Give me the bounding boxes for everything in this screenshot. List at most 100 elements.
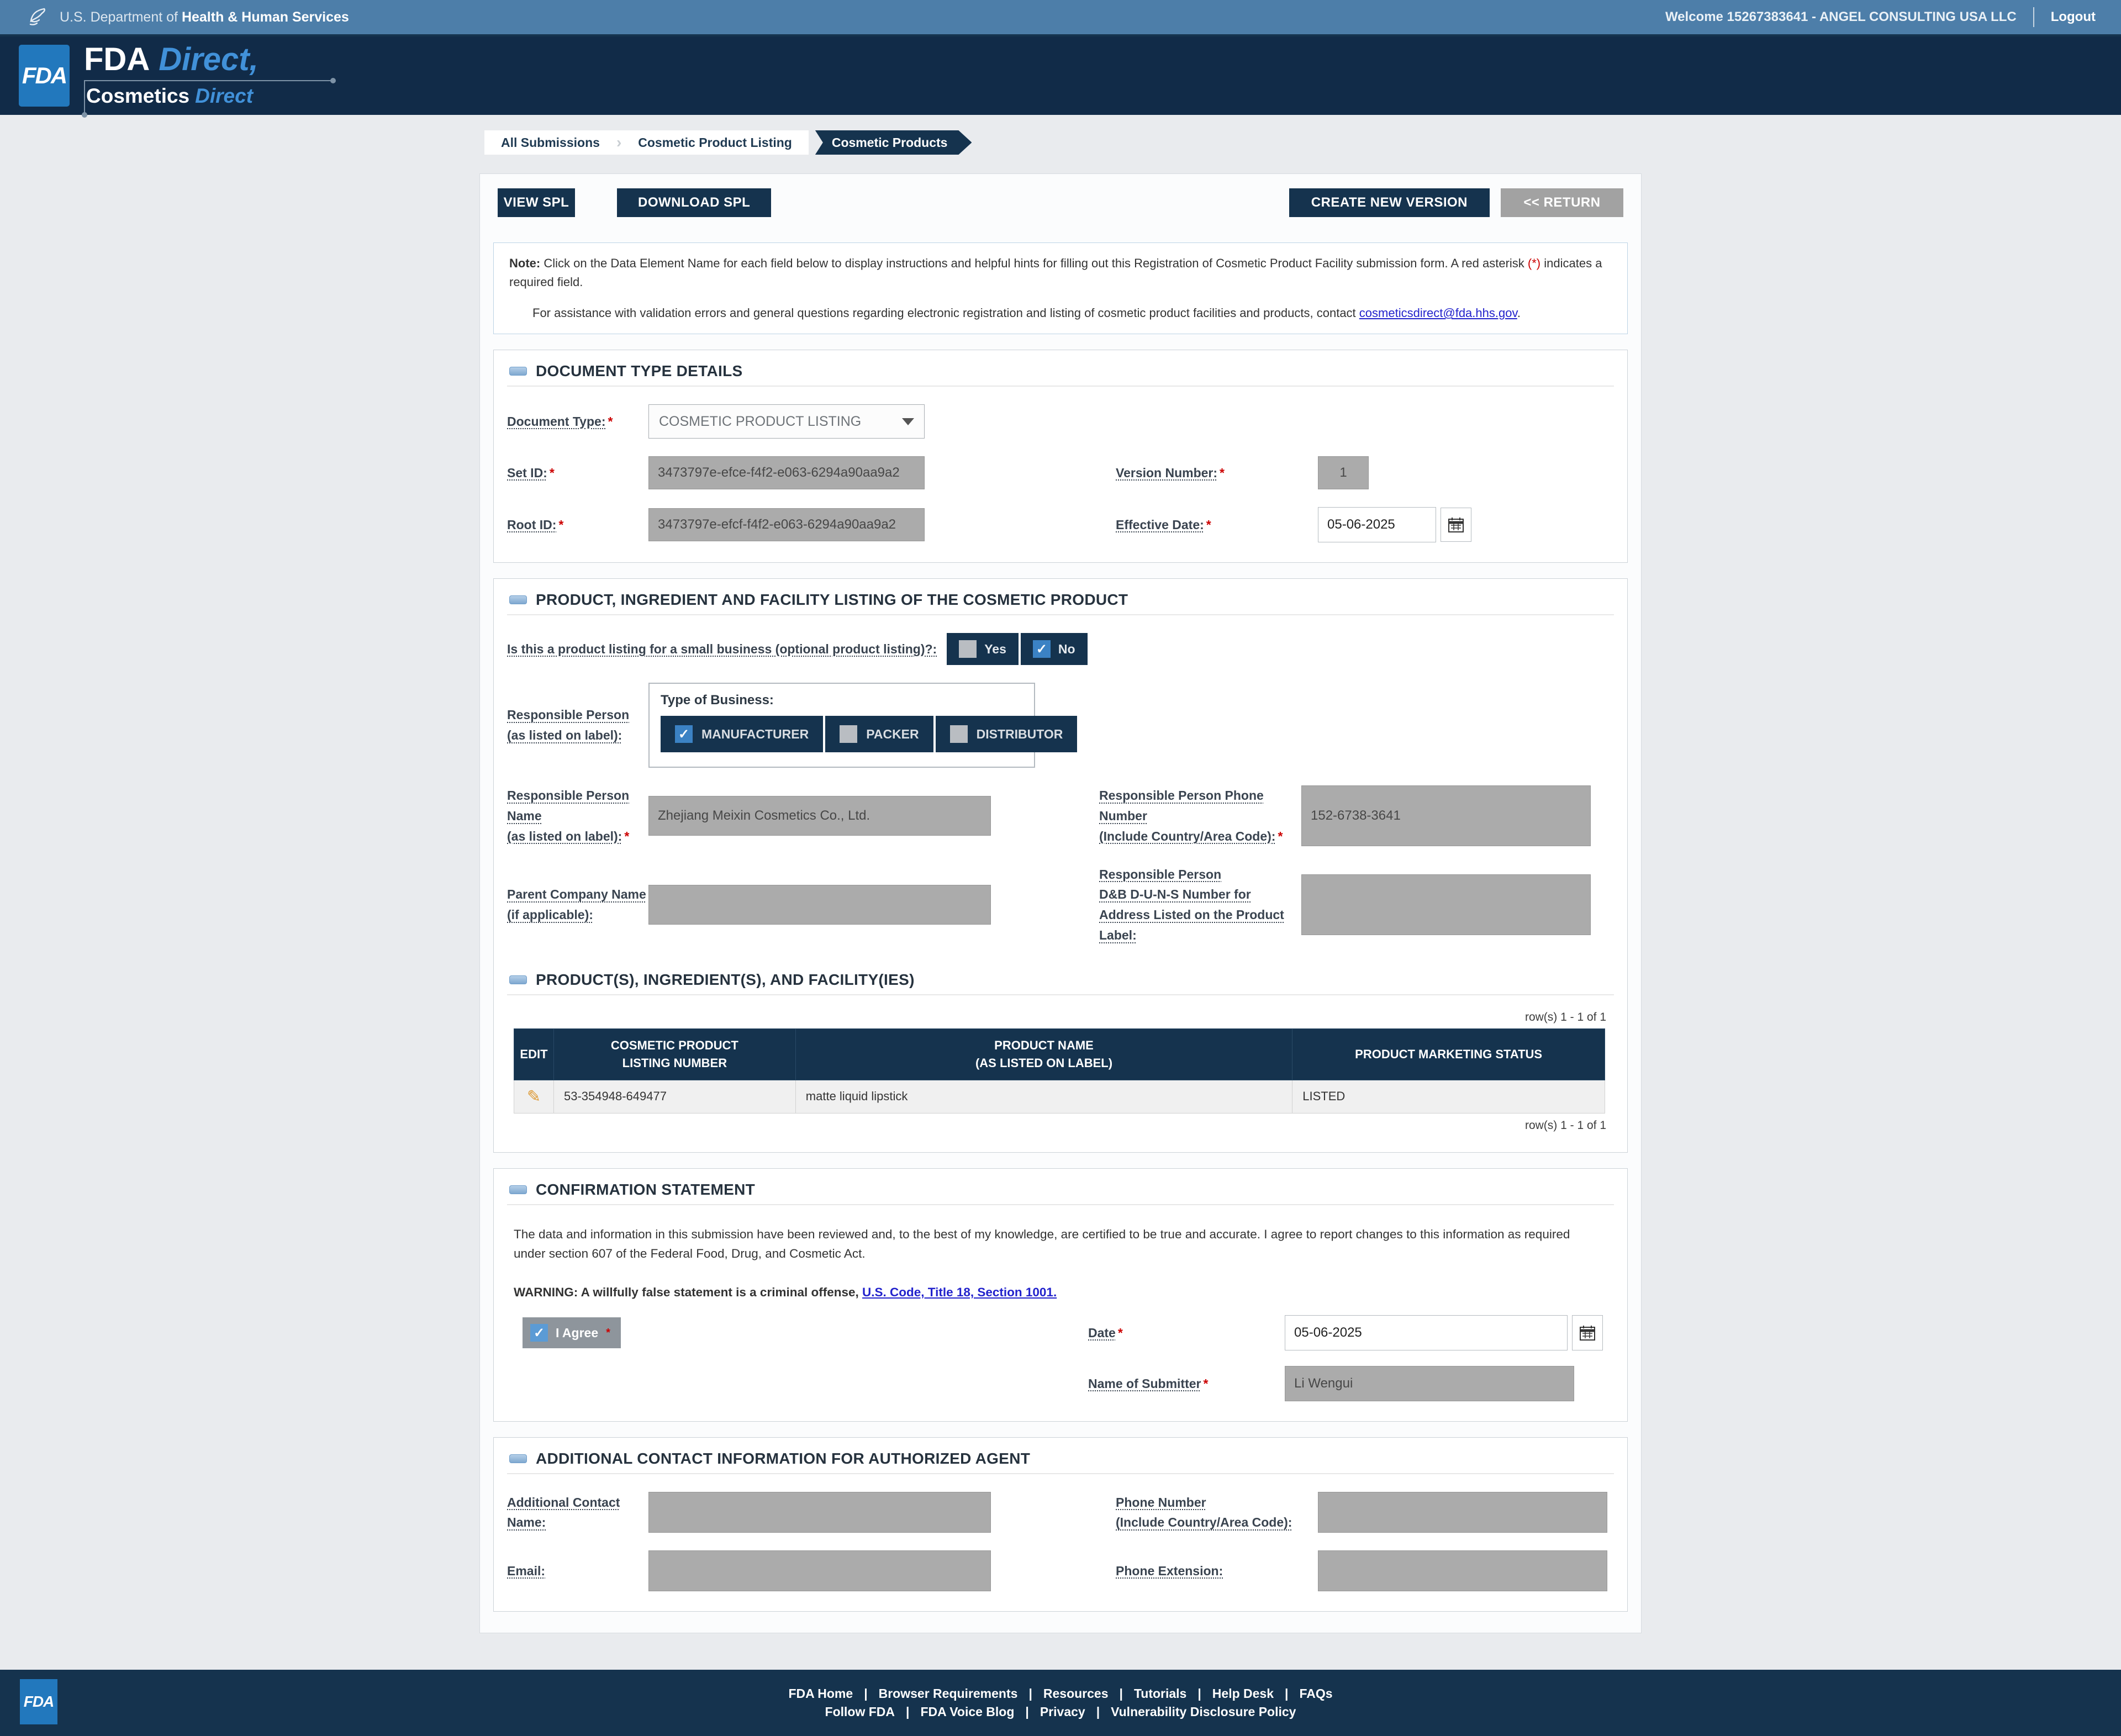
section-rule bbox=[507, 994, 1614, 995]
rp-duns-label[interactable]: Responsible Person D&B D-U-N-S Number fo… bbox=[1099, 867, 1284, 942]
header-product-name: PRODUCT NAME (AS LISTED ON LABEL) bbox=[795, 1028, 1293, 1080]
confirmation-text: The data and information in this submiss… bbox=[514, 1227, 1570, 1260]
return-button[interactable]: << RETURN bbox=[1501, 188, 1623, 217]
rp-phone-input bbox=[1301, 785, 1591, 847]
cell-listing-number: 53-354948-649477 bbox=[553, 1079, 796, 1114]
calendar-icon[interactable] bbox=[1572, 1315, 1603, 1351]
toolbar: VIEW SPL DOWNLOAD SPL CREATE NEW VERSION… bbox=[498, 188, 1623, 217]
edit-row-button[interactable] bbox=[514, 1079, 554, 1114]
effective-date-label[interactable]: Effective Date: bbox=[1116, 518, 1204, 532]
edit-icon[interactable] bbox=[527, 1087, 541, 1106]
small-business-label[interactable]: Is this a product listing for a small bu… bbox=[507, 639, 937, 659]
document-type-select[interactable]: COSMETIC PRODUCT LISTING bbox=[648, 404, 925, 439]
footer-link-tutorials[interactable]: Tutorials bbox=[1123, 1686, 1197, 1701]
collapse-icon[interactable] bbox=[509, 975, 527, 984]
app-header: FDA FDA Direct, Cosmetics Direct bbox=[0, 36, 2121, 118]
small-business-yes-checkbox[interactable]: Yes bbox=[947, 633, 1021, 666]
note-help-text: For assistance with validation errors an… bbox=[532, 306, 1521, 320]
section-rule bbox=[507, 386, 1614, 387]
footer-link-follow-fda[interactable]: Follow FDA bbox=[814, 1705, 906, 1719]
table-header-row: EDIT COSMETIC PRODUCT LISTING NUMBER PRO… bbox=[514, 1028, 1605, 1080]
create-new-version-button[interactable]: CREATE NEW VERSION bbox=[1289, 188, 1490, 217]
distributor-checkbox[interactable]: DISTRIBUTOR bbox=[935, 716, 1078, 753]
footer-link-help-desk[interactable]: Help Desk bbox=[1201, 1686, 1285, 1701]
footer-link-vulnerability-disclosure[interactable]: Vulnerability Disclosure Policy bbox=[1100, 1705, 1307, 1719]
section-title: DOCUMENT TYPE DETAILS bbox=[536, 362, 743, 380]
rp-name-label[interactable]: Responsible Person Name (as listed on la… bbox=[507, 788, 629, 843]
checkbox-checked-icon[interactable] bbox=[530, 1324, 548, 1342]
footer-links-row-2: Follow FDA | FDA Voice Blog | Privacy | Vul… bbox=[0, 1705, 2121, 1719]
root-id-label[interactable]: Root ID: bbox=[507, 518, 556, 532]
download-spl-button[interactable]: DOWNLOAD SPL bbox=[617, 188, 772, 217]
breadcrumb-all-submissions[interactable]: All Submissions bbox=[488, 130, 613, 155]
date-label[interactable]: Date bbox=[1088, 1326, 1116, 1340]
section-title: ADDITIONAL CONTACT INFORMATION FOR AUTHO… bbox=[536, 1450, 1031, 1468]
section-confirmation-statement: CONFIRMATION STATEMENT The data and info… bbox=[493, 1168, 1628, 1422]
small-business-toggle: Yes No bbox=[947, 633, 1090, 666]
additional-contact-name-label[interactable]: Additional Contact Name: bbox=[507, 1495, 620, 1530]
contact-phone-label[interactable]: Phone Number (Include Country/Area Code)… bbox=[1116, 1495, 1292, 1530]
rp-phone-label[interactable]: Responsible Person Phone Number (Include… bbox=[1099, 788, 1275, 843]
brand-title: FDA Direct, Cosmetics Direct bbox=[82, 44, 336, 118]
breadcrumb-cosmetic-product-listing[interactable]: Cosmetic Product Listing bbox=[625, 130, 805, 155]
responsible-person-label[interactable]: Responsible Person (as listed on label): bbox=[507, 708, 629, 742]
document-type-label[interactable]: Document Type: bbox=[507, 414, 605, 429]
email-input[interactable] bbox=[648, 1550, 991, 1592]
parent-company-label[interactable]: Parent Company Name (if applicable): bbox=[507, 887, 646, 922]
collapse-icon[interactable] bbox=[509, 1454, 527, 1464]
subsection-title: PRODUCT(S), INGREDIENT(S), AND FACILITY(… bbox=[536, 970, 915, 988]
version-number-label[interactable]: Version Number: bbox=[1116, 466, 1217, 480]
breadcrumb: All Submissions › Cosmetic Product Listi… bbox=[484, 130, 2121, 155]
checkbox-checked-icon[interactable] bbox=[1032, 640, 1051, 658]
checkbox-unchecked-icon[interactable] bbox=[949, 725, 968, 743]
table-row: 53-354948-649477 matte liquid lipstick L… bbox=[514, 1079, 1605, 1114]
i-agree-checkbox[interactable]: I Agree * bbox=[523, 1317, 621, 1349]
rp-name-input bbox=[648, 796, 991, 836]
calendar-icon[interactable] bbox=[1441, 508, 1471, 542]
us-code-link[interactable]: U.S. Code, Title 18, Section 1001. bbox=[862, 1285, 1057, 1299]
name-of-submitter-label[interactable]: Name of Submitter bbox=[1088, 1376, 1201, 1391]
packer-checkbox[interactable]: PACKER bbox=[825, 716, 933, 753]
footer-link-browser-requirements[interactable]: Browser Requirements bbox=[868, 1686, 1029, 1701]
email-label[interactable]: Email: bbox=[507, 1564, 545, 1578]
note-text: Note: Click on the Data Element Name for… bbox=[509, 256, 1602, 289]
checkbox-checked-icon[interactable] bbox=[675, 725, 693, 743]
phone-extension-input[interactable] bbox=[1318, 1550, 1607, 1592]
collapse-icon[interactable] bbox=[509, 595, 527, 605]
welcome-text: Welcome 15267383641 - ANGEL CONSULTING U… bbox=[1665, 9, 2017, 24]
view-spl-button[interactable]: VIEW SPL bbox=[498, 188, 575, 217]
footer-link-faqs[interactable]: FAQs bbox=[1288, 1686, 1343, 1701]
footer-link-fda-voice-blog[interactable]: FDA Voice Blog bbox=[909, 1705, 1025, 1719]
additional-contact-name-input[interactable] bbox=[648, 1492, 991, 1533]
manufacturer-checkbox[interactable]: MANUFACTURER bbox=[661, 716, 824, 753]
cell-product-name: matte liquid lipstick bbox=[795, 1079, 1293, 1114]
set-id-label[interactable]: Set ID: bbox=[507, 466, 547, 480]
type-of-business-label: Type of Business: bbox=[661, 693, 774, 708]
name-of-submitter-input bbox=[1285, 1366, 1574, 1402]
section-product-listing: PRODUCT, INGREDIENT AND FACILITY LISTING… bbox=[493, 578, 1628, 1153]
header-edit: EDIT bbox=[514, 1028, 554, 1080]
confirmation-date-input[interactable] bbox=[1285, 1315, 1568, 1351]
small-business-no-checkbox[interactable]: No bbox=[1020, 633, 1090, 666]
root-id-input bbox=[648, 508, 925, 542]
checkbox-unchecked-icon[interactable] bbox=[840, 725, 858, 743]
logout-link[interactable]: Logout bbox=[2051, 9, 2096, 25]
phone-extension-label[interactable]: Phone Extension: bbox=[1116, 1564, 1223, 1578]
breadcrumb-cosmetic-products-active[interactable]: Cosmetic Products bbox=[815, 130, 972, 155]
checkbox-unchecked-icon[interactable] bbox=[959, 640, 977, 658]
collapse-icon[interactable] bbox=[509, 1185, 527, 1194]
header-listing-number: COSMETIC PRODUCT LISTING NUMBER bbox=[553, 1028, 796, 1080]
collapse-icon[interactable] bbox=[509, 367, 527, 376]
footer-link-resources[interactable]: Resources bbox=[1032, 1686, 1120, 1701]
chevron-down-icon bbox=[902, 418, 914, 425]
chevron-right-icon: › bbox=[616, 134, 622, 151]
footer-link-privacy[interactable]: Privacy bbox=[1029, 1705, 1096, 1719]
cosmeticsdirect-email-link[interactable]: cosmeticsdirect@fda.hhs.gov bbox=[1359, 306, 1517, 320]
section-title: CONFIRMATION STATEMENT bbox=[536, 1180, 756, 1198]
effective-date-input[interactable] bbox=[1318, 507, 1436, 543]
rp-duns-input bbox=[1301, 874, 1591, 936]
footer-link-fda-home[interactable]: FDA Home bbox=[777, 1686, 864, 1701]
rows-count-bottom: row(s) 1 - 1 of 1 bbox=[1524, 1118, 1606, 1132]
contact-phone-input[interactable] bbox=[1318, 1492, 1607, 1533]
section-rule bbox=[507, 1473, 1614, 1475]
